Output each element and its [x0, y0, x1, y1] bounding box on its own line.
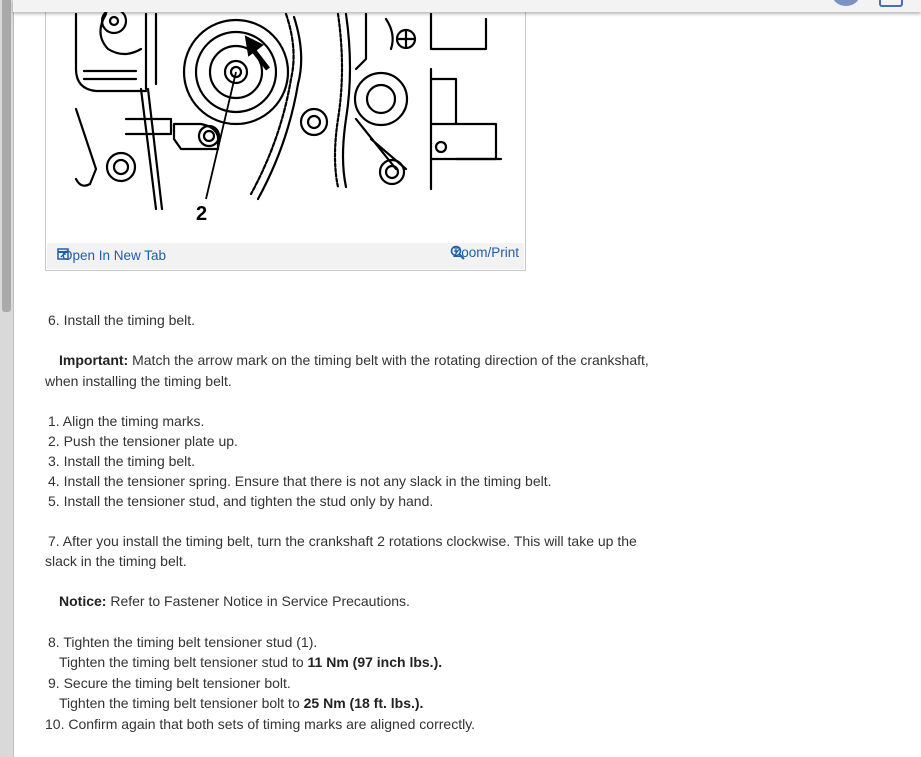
- step-9-spec-text: Tighten the timing belt tensioner bolt t…: [59, 695, 304, 711]
- step-6: 6. Install the timing belt.: [48, 312, 196, 328]
- profile-avatar-icon[interactable]: [832, 0, 860, 6]
- open-in-new-tab-label: Open In New Tab: [62, 248, 167, 263]
- step-8: 8. Tighten the timing belt tensioner stu…: [48, 634, 318, 650]
- notice-text: Refer to Fastener Notice in Service Prec…: [106, 593, 410, 609]
- top-toolbar: [13, 0, 921, 12]
- timing-belt-diagram: 2: [74, 9, 503, 225]
- important-note-line-2: when installing the timing belt.: [45, 373, 232, 389]
- substep-5: 5. Install the tensioner stud, and tight…: [48, 493, 434, 509]
- substep-1: 1. Align the timing marks.: [48, 413, 205, 429]
- notice-label: Notice:: [59, 593, 107, 609]
- toolbar-icon[interactable]: [879, 0, 903, 7]
- substep-4: 4. Install the tensioner spring. Ensure …: [48, 473, 552, 489]
- step-8-spec-text: Tighten the timing belt tensioner stud t…: [59, 654, 308, 670]
- zoom-print-link[interactable]: Zoom/Print: [450, 245, 519, 260]
- step-10: 10. Confirm again that both sets of timi…: [45, 716, 476, 732]
- step-9-spec: Tighten the timing belt tensioner bolt t…: [59, 693, 423, 713]
- step-9-spec-value: 25 Nm (18 ft. lbs.).: [303, 695, 424, 711]
- scrollbar[interactable]: [0, 0, 14, 757]
- step-7-line-1: 7. After you install the timing belt, tu…: [48, 533, 637, 549]
- callout-label: 2: [196, 203, 207, 225]
- open-in-new-tab-link[interactable]: Open In New Tab: [57, 248, 166, 263]
- important-text: Match the arrow mark on the timing belt …: [128, 352, 649, 368]
- notice-line: Notice: Refer to Fastener Notice in Serv…: [59, 591, 410, 611]
- figure-footer: Open In New Tab Zoom/Print: [47, 243, 524, 269]
- scrollbar-thumb[interactable]: [2, 0, 11, 312]
- important-note-line-1: Important: Match the arrow mark on the t…: [59, 350, 649, 370]
- substep-3: 3. Install the timing belt.: [48, 453, 196, 469]
- important-label: Important:: [59, 352, 129, 368]
- step-7-line-2: slack in the timing belt.: [45, 553, 187, 569]
- step-8-spec: Tighten the timing belt tensioner stud t…: [59, 652, 442, 672]
- substep-2: 2. Push the tensioner plate up.: [48, 433, 238, 449]
- figure-box: 2 Open In New Tab Zoom/Print: [45, 8, 526, 271]
- step-8-spec-value: 11 Nm (97 inch lbs.).: [307, 654, 443, 670]
- step-9: 9. Secure the timing belt tensioner bolt…: [48, 675, 291, 691]
